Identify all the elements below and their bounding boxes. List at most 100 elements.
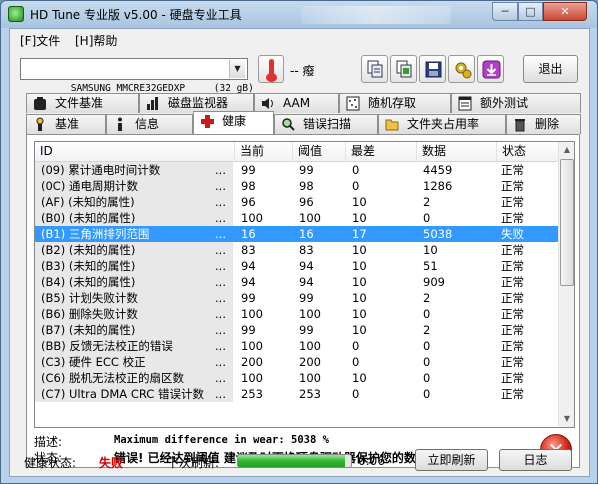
cell-current-text: 16 [241, 227, 256, 241]
table-row[interactable]: (AF) (未知的属性)... 96 96 10 2 正常 [35, 194, 559, 210]
save-button[interactable] [419, 55, 446, 83]
cell-data-text: 1286 [423, 179, 453, 193]
tab-health[interactable]: 健康 [193, 111, 274, 134]
refresh-now-button[interactable]: 立即刷新 [415, 449, 488, 471]
drive-select[interactable]: SAMSUNG MMCRE32GEDXP (32 gB) ▼ [20, 58, 254, 94]
cell-id-dots: ... [215, 323, 226, 337]
minimize-button[interactable]: ─ [492, 2, 518, 21]
table-row[interactable]: (C6) 脱机无法校正的扇区数... 100 100 10 0 正常 [35, 370, 559, 386]
table-row[interactable]: (B0) (未知的属性)... 100 100 10 0 正常 [35, 210, 559, 226]
cell-id-dots: ... [215, 227, 226, 241]
table-row[interactable]: (B4) (未知的属性)... 94 94 10 909 正常 [35, 274, 559, 290]
smart-table: ID 当前 阈值 最差 数据 状态 (09) 累计通电时间计数... 99 99 0 4… [34, 141, 575, 428]
exit-button[interactable]: 退出 [523, 55, 578, 83]
cell-status-text: 正常 [501, 211, 524, 225]
menu-help[interactable]: [H]帮助 [75, 32, 117, 49]
cell-current: 99 [235, 290, 256, 306]
cell-id-text: (B2) (未知的属性) [41, 243, 136, 257]
chevron-down-icon[interactable]: ▼ [229, 60, 245, 78]
close-button[interactable]: ✕ [543, 2, 587, 21]
tab-label: 额外测试 [480, 96, 529, 110]
cell-threshold: 100 [293, 338, 321, 354]
tab-benchmark[interactable]: 基准 [26, 114, 106, 134]
window-title: HD Tune 专业版 v5.00 - 硬盘专业工具 [30, 8, 242, 22]
cell-id-dots: ... [215, 291, 226, 305]
cell-status-text: 正常 [501, 179, 524, 193]
cell-data: 1286 [417, 178, 452, 194]
maximize-button[interactable]: □ [518, 2, 543, 21]
cell-current: 96 [235, 194, 256, 210]
table-row[interactable]: (C7) Ultra DMA CRC 错误计数... 253 253 0 0 正常 [35, 386, 559, 402]
column-header-current[interactable]: 当前 [235, 142, 293, 162]
table-row[interactable]: (B7) (未知的属性)... 99 99 10 2 正常 [35, 322, 559, 338]
cell-id: (C3) 硬件 ECC 校正... [35, 354, 233, 370]
cell-worst-text: 0 [352, 339, 360, 353]
copy-button[interactable] [361, 55, 388, 83]
cell-threshold-text: 99 [299, 323, 314, 337]
table-row[interactable]: (09) 累计通电时间计数... 99 99 0 4459 正常 [35, 162, 559, 178]
blurred-title-area [301, 6, 451, 24]
cell-data: 4459 [417, 162, 452, 178]
column-header-worst[interactable]: 最差 [346, 142, 417, 162]
scrollbar-thumb[interactable] [560, 159, 574, 286]
tab-info[interactable]: 信息 [106, 114, 193, 134]
log-button[interactable]: 日志 [499, 449, 572, 471]
cell-id-text: (B0) (未知的属性) [41, 211, 136, 225]
tab-error-scan[interactable]: 错误扫描 [274, 114, 378, 134]
cell-threshold-text: 94 [299, 275, 314, 289]
cell-status: 正常 [497, 162, 524, 178]
table-row[interactable]: (0C) 通电周期计数... 98 98 0 1286 正常 [35, 178, 559, 194]
scroll-down-icon[interactable]: ▼ [559, 411, 574, 427]
tab-extra-tests[interactable]: 额外测试 [451, 93, 581, 113]
cell-status: 正常 [497, 258, 524, 274]
column-header-data[interactable]: 数据 [417, 142, 497, 162]
settings-button[interactable] [448, 55, 475, 83]
cell-data-text: 909 [423, 275, 445, 289]
cell-id-dots: ... [215, 387, 226, 401]
cell-id: (C7) Ultra DMA CRC 错误计数... [35, 386, 233, 402]
next-refresh-label: 下次刷新: [167, 456, 220, 470]
column-header-status[interactable]: 状态 [497, 142, 559, 162]
cell-worst: 10 [346, 370, 367, 386]
download-button[interactable] [477, 55, 504, 83]
cell-data: 0 [417, 370, 430, 386]
table-row[interactable]: (BB) 反馈无法校正的错误... 100 100 0 0 正常 [35, 338, 559, 354]
table-row[interactable]: (B3) (未知的属性)... 94 94 10 51 正常 [35, 258, 559, 274]
cell-id-dots: ... [215, 211, 226, 225]
cell-id-dots: ... [215, 163, 226, 177]
tab-aam[interactable]: AAM [254, 93, 339, 113]
cell-status-text: 失败 [501, 227, 524, 241]
table-row[interactable]: (C3) 硬件 ECC 校正... 200 200 0 0 正常 [35, 354, 559, 370]
tab-file-benchmark[interactable]: 文件基准 [26, 93, 139, 113]
cell-id-text: (C7) Ultra DMA CRC 错误计数 [41, 387, 204, 401]
scroll-up-icon[interactable]: ▲ [559, 142, 574, 158]
folder-icon [385, 119, 399, 131]
table-row[interactable]: (B5) 计划失败计数... 99 99 10 2 正常 [35, 290, 559, 306]
file-benchmark-icon [34, 97, 46, 110]
tab-label: 随机存取 [368, 96, 417, 110]
table-row[interactable]: (B2) (未知的属性)... 83 83 10 10 正常 [35, 242, 559, 258]
settings-icon [455, 62, 472, 79]
title-bar[interactable]: HD Tune 专业版 v5.00 - 硬盘专业工具 ─ □ ✕ [1, 1, 597, 28]
cell-id: (B0) (未知的属性)... [35, 210, 233, 226]
column-header-id[interactable]: ID [35, 142, 235, 162]
table-row[interactable]: (B1) 三角洲排列范围... 16 16 17 5038 失败 [35, 226, 559, 242]
tab-random-access[interactable]: 随机存取 [339, 93, 451, 113]
vertical-scrollbar[interactable]: ▲ ▼ [558, 142, 574, 427]
tab-erase[interactable]: 删除 [506, 114, 581, 134]
table-row[interactable]: (B6) 删除失败计数... 100 100 10 0 正常 [35, 306, 559, 322]
copy-all-button[interactable] [390, 55, 417, 83]
column-header-threshold[interactable]: 阈值 [293, 142, 346, 162]
cell-current: 83 [235, 242, 256, 258]
cell-data: 0 [417, 306, 430, 322]
tab-disk-monitor[interactable]: 磁盘监视器 [139, 93, 254, 113]
menu-file[interactable]: [F]文件 [20, 32, 60, 49]
cell-threshold-text: 99 [299, 291, 314, 305]
cell-current: 200 [235, 354, 263, 370]
cell-current-text: 200 [241, 355, 263, 369]
cell-id: (AF) (未知的属性)... [35, 194, 233, 210]
cell-worst-text: 17 [352, 227, 367, 241]
speaker-icon [262, 98, 273, 109]
tab-folder-usage[interactable]: 文件夹占用率 [378, 114, 506, 134]
cell-worst-text: 0 [352, 163, 360, 177]
